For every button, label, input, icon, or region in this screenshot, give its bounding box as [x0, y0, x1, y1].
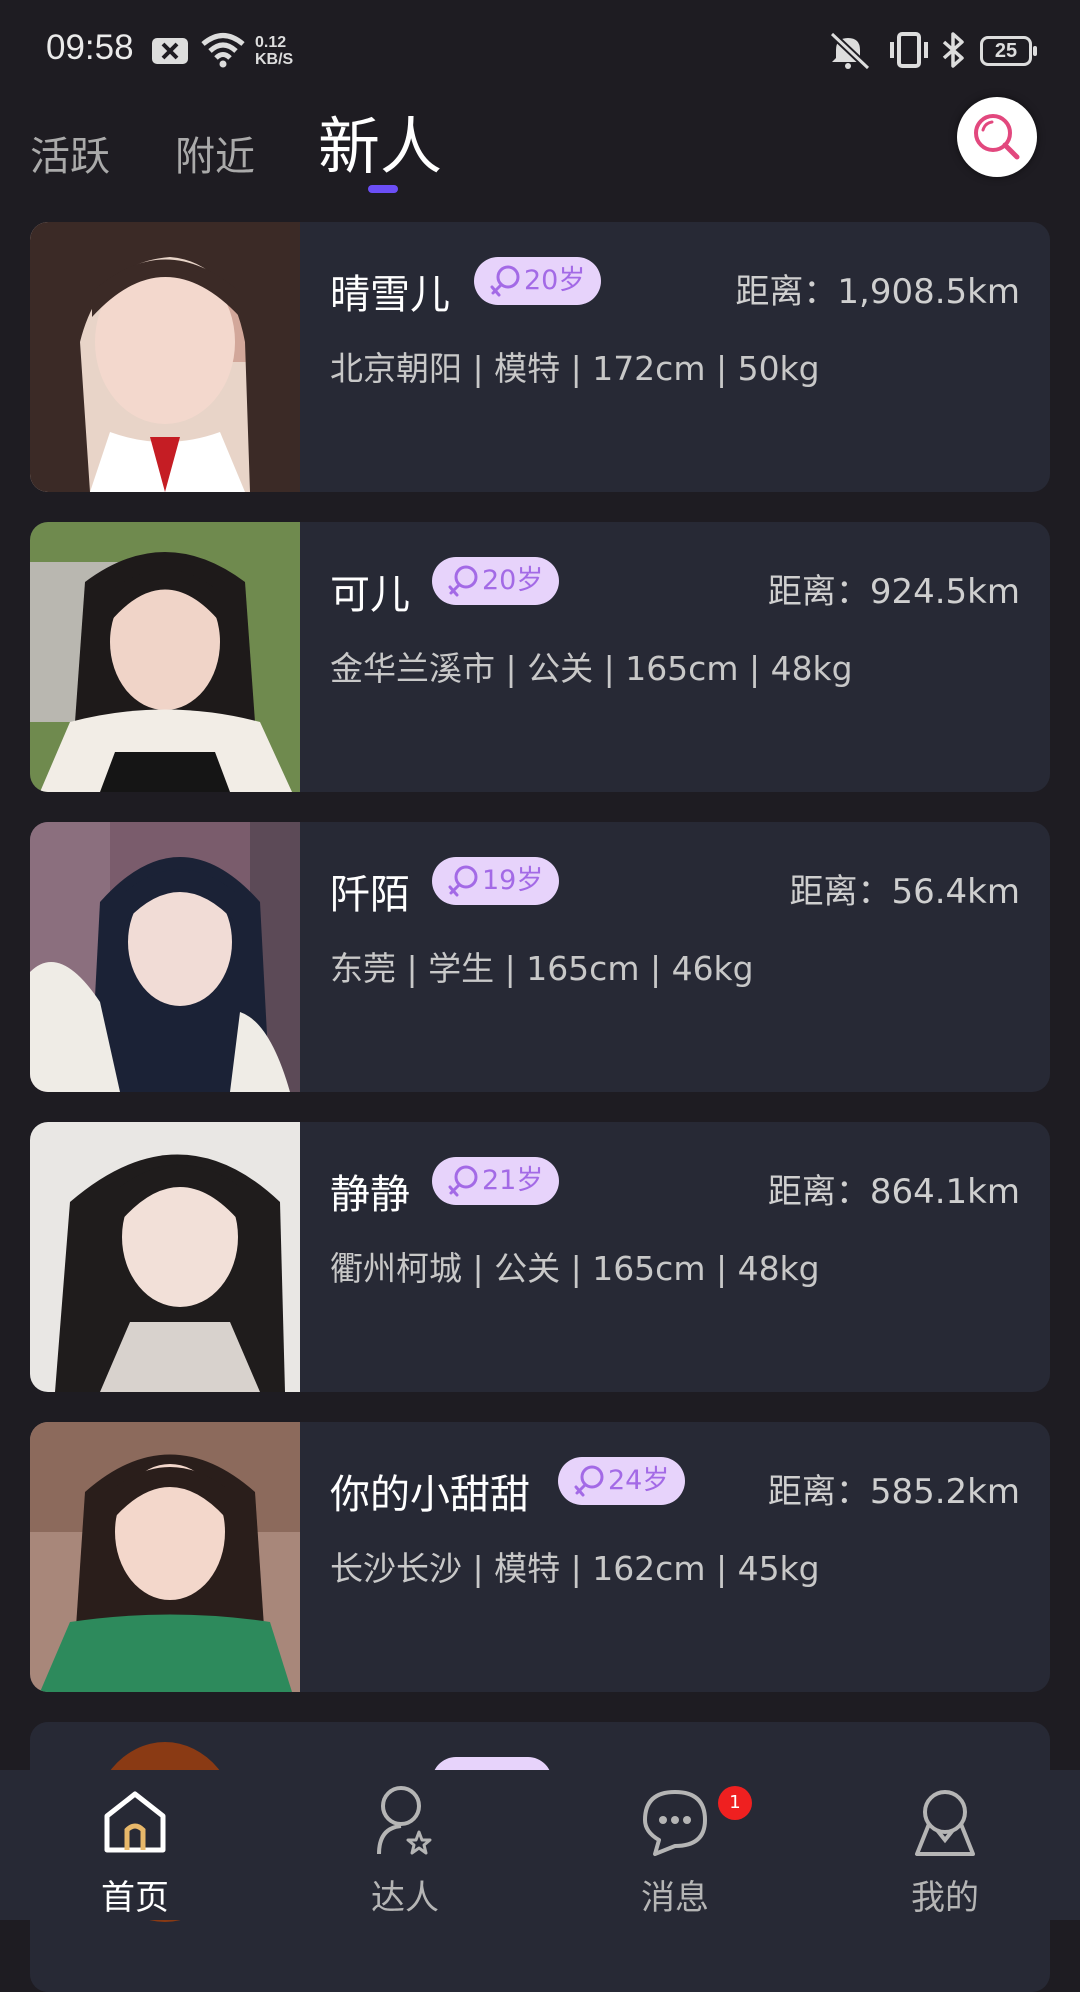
mute-icon: [829, 31, 871, 70]
female-icon: [448, 1165, 478, 1197]
nav-home[interactable]: 首页: [0, 1770, 270, 1920]
chat-icon: [643, 1790, 707, 1856]
female-icon: [574, 1465, 604, 1497]
search-button[interactable]: [957, 97, 1037, 177]
age-text: 21岁: [482, 1165, 544, 1196]
profile-info: 北京朝阳 | 模特 | 172cm | 50kg: [330, 349, 820, 388]
nav-label: 我的: [911, 1878, 979, 1918]
vibrate-icon: [890, 32, 928, 68]
profile-name: 可儿: [330, 572, 410, 618]
age-badge: 20岁: [432, 557, 560, 605]
home-icon: [104, 1791, 166, 1853]
nav-label: 首页: [101, 1878, 169, 1918]
distance: 距离：56.4km: [789, 872, 1020, 912]
age-badge: 24岁: [558, 1457, 686, 1505]
profile-info: 衢州柯城 | 公关 | 165cm | 48kg: [330, 1249, 820, 1288]
profile-photo: [30, 522, 300, 792]
female-icon: [448, 865, 478, 897]
net-speed-value: 0.12: [255, 34, 287, 51]
age-badge: 19岁: [432, 857, 560, 905]
status-bar: 09:58 0.12 KB/S 25: [0, 0, 1080, 100]
profile-info: 东莞 | 学生 | 165cm | 46kg: [330, 949, 754, 988]
age-text: 19岁: [482, 865, 544, 896]
nav-experts[interactable]: 达人: [270, 1770, 540, 1920]
profile-photo: [30, 822, 300, 1092]
wifi-icon: [201, 33, 245, 68]
profile-name: 阡陌: [330, 872, 410, 918]
profile-name: 你的小甜甜: [330, 1472, 530, 1518]
profile-card[interactable]: 阡陌 19岁 距离：56.4km 东莞 | 学生 | 165cm | 46kg: [30, 822, 1050, 1092]
age-text: 20岁: [482, 565, 544, 596]
notification-off-icon: [152, 38, 188, 64]
tab-nearby[interactable]: 附近: [175, 124, 255, 182]
profile-name: 静静: [330, 1172, 410, 1218]
profile-info: 金华兰溪市 | 公关 | 165cm | 48kg: [330, 649, 853, 688]
nav-messages[interactable]: 1 消息: [540, 1770, 810, 1920]
profile-icon: [915, 1790, 975, 1856]
tab-active[interactable]: 活跃: [30, 124, 110, 182]
tab-newcomers[interactable]: 新人: [318, 96, 442, 186]
profile-photo: [30, 1122, 300, 1392]
age-badge: 20岁: [474, 257, 602, 305]
distance: 距离：864.1km: [767, 1172, 1020, 1212]
profile-photo: [30, 1422, 300, 1692]
bluetooth-icon: [942, 32, 964, 68]
status-time: 09:58: [46, 28, 134, 67]
distance: 距离：1,908.5km: [735, 272, 1020, 312]
female-icon: [490, 265, 520, 297]
distance: 距离：585.2km: [767, 1472, 1020, 1512]
profile-card[interactable]: 你的小甜甜 24岁 距离：585.2km 长沙长沙 | 模特 | 162cm |…: [30, 1422, 1050, 1692]
age-text: 24岁: [608, 1465, 670, 1496]
net-speed-unit: KB/S: [255, 51, 294, 68]
unread-badge: 1: [718, 1786, 752, 1820]
nav-label: 消息: [641, 1878, 709, 1918]
nav-label: 达人: [371, 1878, 439, 1918]
distance: 距离：924.5km: [767, 572, 1020, 612]
net-speed: 0.12 KB/S: [255, 34, 293, 68]
star-user-icon: [377, 1786, 432, 1855]
profile-name: 晴雪儿: [330, 272, 450, 318]
nav-profile[interactable]: 我的: [810, 1770, 1080, 1920]
age-badge: 21岁: [432, 1157, 560, 1205]
female-icon: [448, 565, 478, 597]
profile-card[interactable]: 晴雪儿 20岁 距离：1,908.5km 北京朝阳 | 模特 | 172cm |…: [30, 222, 1050, 492]
profile-card[interactable]: 静静 21岁 距离：864.1km 衢州柯城 | 公关 | 165cm | 48…: [30, 1122, 1050, 1392]
battery-icon: 25: [980, 36, 1037, 66]
profile-info: 长沙长沙 | 模特 | 162cm | 45kg: [330, 1549, 820, 1588]
tab-indicator: [368, 185, 398, 193]
profile-photo: [30, 222, 300, 492]
profile-card[interactable]: 可儿 20岁 距离：924.5km 金华兰溪市 | 公关 | 165cm | 4…: [30, 522, 1050, 792]
search-icon: [974, 114, 1020, 160]
bottom-nav: 首页 达人 1 消息 我的: [0, 1770, 1080, 1920]
age-text: 20岁: [524, 265, 586, 296]
